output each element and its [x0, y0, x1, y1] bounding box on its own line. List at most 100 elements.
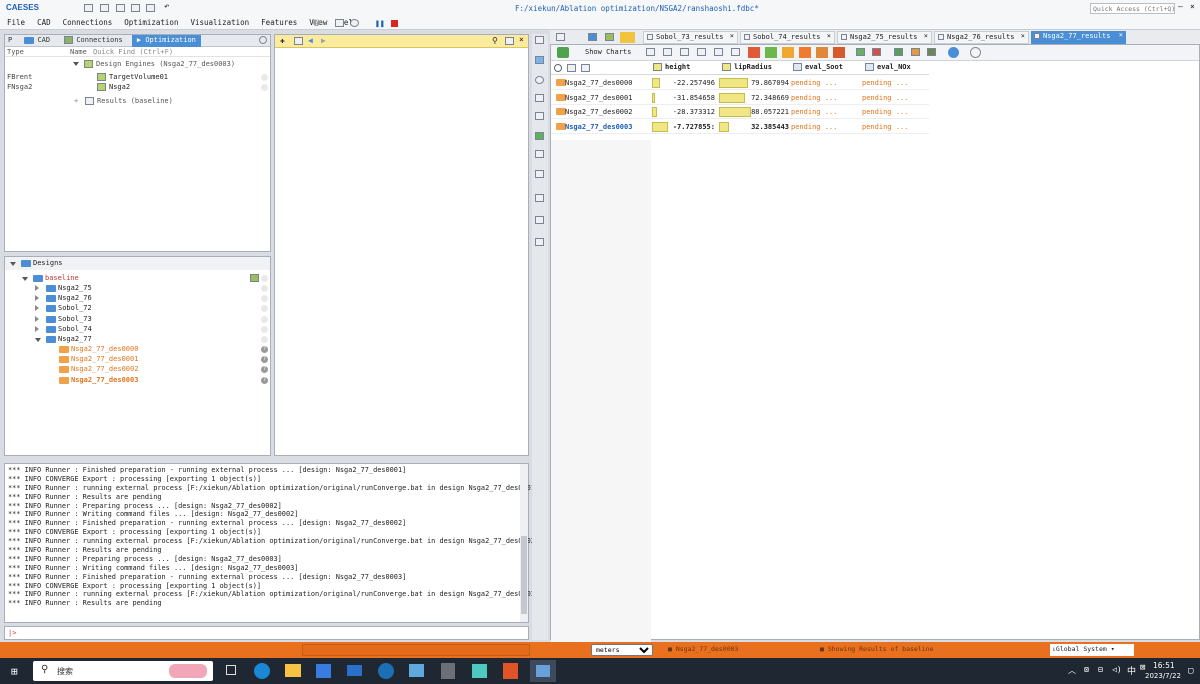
check-icon[interactable]: [350, 19, 359, 27]
brush-tool-icon[interactable]: [535, 216, 544, 224]
design-sub-item[interactable]: Nsga2_77_des0003?: [5, 375, 270, 385]
design-item[interactable]: Sobol_73: [5, 314, 270, 324]
copy-icon[interactable]: [731, 48, 740, 56]
list-icon[interactable]: [294, 37, 303, 45]
tree-row-target[interactable]: FBrent TargetVolume01: [5, 72, 270, 82]
stop-icon[interactable]: [391, 20, 398, 27]
forward-icon[interactable]: ▶: [321, 36, 326, 45]
show-charts-button[interactable]: Show Charts: [585, 48, 631, 56]
tree-row-nsga2[interactable]: FNsga2 Nsga2: [5, 82, 270, 92]
table-row[interactable]: Nsga2_77_des0002 -28.373312 88.057221 pendi…: [551, 105, 929, 119]
more-icon[interactable]: [581, 64, 590, 72]
star-icon[interactable]: [782, 47, 794, 58]
open-file-icon[interactable]: [100, 4, 109, 12]
menu-item-features[interactable]: Features: [261, 18, 297, 27]
edge-icon[interactable]: [254, 663, 270, 679]
folder-tool-icon[interactable]: [535, 36, 544, 44]
design-baseline[interactable]: baseline: [5, 273, 270, 283]
copy-icon[interactable]: [335, 19, 344, 27]
sort-icon[interactable]: [714, 48, 723, 56]
caeses-taskbar-icon[interactable]: [530, 660, 556, 682]
options-icon[interactable]: [970, 47, 981, 58]
deselect-icon[interactable]: [872, 48, 881, 56]
taskbar-search[interactable]: ⚲ 搜索: [33, 661, 213, 681]
column-picker-icon[interactable]: [567, 64, 576, 72]
design-sub-item[interactable]: Nsga2_77_des0002?: [5, 364, 270, 374]
quick-find-input[interactable]: Quick Find (Ctrl+F): [93, 47, 173, 57]
console-input[interactable]: |>: [4, 626, 529, 640]
copy-icon[interactable]: [505, 37, 514, 45]
app-icon[interactable]: [472, 664, 487, 678]
close-icon[interactable]: ×: [519, 35, 524, 44]
panel-menu-icon[interactable]: [259, 36, 267, 44]
network-icon[interactable]: ⊟: [1098, 665, 1103, 674]
layers-tool-icon[interactable]: [535, 150, 544, 158]
clock-date[interactable]: 2023/7/22: [1145, 672, 1181, 680]
clock-time[interactable]: 16:51: [1153, 661, 1175, 670]
search-icon[interactable]: ⚲: [492, 36, 498, 45]
menu-item-optimization[interactable]: Optimization: [124, 18, 178, 27]
col-lipradius[interactable]: lipRadius: [722, 63, 772, 71]
tray-chevron-icon[interactable]: ︿: [1068, 665, 1076, 676]
table-row[interactable]: Nsga2_77_des0003 -7.727855: 32.385443 pendi…: [551, 120, 929, 134]
filter-icon[interactable]: [697, 48, 706, 56]
calculator-icon[interactable]: [441, 663, 455, 679]
tab-nsga2_77_results[interactable]: Nsga2_77_results ×: [1031, 31, 1126, 44]
run-icon[interactable]: [765, 47, 777, 58]
pin-icon[interactable]: P: [5, 35, 15, 47]
green-tool-icon[interactable]: [535, 132, 544, 140]
folder-tab-icon[interactable]: [588, 33, 597, 41]
design-item[interactable]: Nsga2_76: [5, 293, 270, 303]
browser-icon[interactable]: [378, 663, 394, 679]
shape-tool-icon[interactable]: [535, 112, 544, 120]
minimize-icon[interactable]: –: [1178, 2, 1183, 11]
task-view-icon[interactable]: [226, 665, 236, 675]
export-tool-icon[interactable]: [535, 238, 544, 246]
save-icon[interactable]: [131, 4, 140, 12]
next-icon[interactable]: [833, 47, 845, 58]
chart-icon[interactable]: [894, 48, 903, 56]
columns-icon[interactable]: [663, 48, 672, 56]
save-all-icon[interactable]: [146, 4, 155, 12]
table-icon[interactable]: [646, 48, 655, 56]
col-eval-nox[interactable]: eval_NOx: [865, 63, 911, 71]
menu-item-file[interactable]: File: [7, 18, 25, 27]
design-item[interactable]: Nsga2_75: [5, 283, 270, 293]
store-icon[interactable]: [316, 664, 331, 678]
design-sub-item[interactable]: Nsga2_77_des0001?: [5, 354, 270, 364]
explorer-icon[interactable]: [285, 664, 301, 677]
tab-connections[interactable]: Connections: [59, 35, 127, 47]
tab-cad[interactable]: CAD: [19, 35, 55, 47]
back-icon[interactable]: ◀: [308, 36, 313, 45]
tab-nsga2_75_results[interactable]: Nsga2_75_results ×: [837, 31, 932, 44]
quick-access-input[interactable]: [1090, 3, 1175, 14]
settings-icon[interactable]: [116, 4, 125, 12]
new-file-icon[interactable]: [84, 4, 93, 12]
tray-defender-icon[interactable]: ⊠: [1084, 665, 1089, 674]
design-item[interactable]: Nsga2_77: [5, 334, 270, 344]
image-icon[interactable]: [927, 48, 936, 56]
rows-icon[interactable]: [680, 48, 689, 56]
design-item[interactable]: Sobol_72: [5, 303, 270, 313]
model-tool-icon[interactable]: [535, 56, 544, 64]
info-icon[interactable]: [948, 47, 959, 58]
windows-start-icon[interactable]: ⊞: [11, 665, 18, 678]
design-item[interactable]: Sobol_74: [5, 324, 270, 334]
tree-row-design-engines[interactable]: Design Engines (Nsga2_77_des0003): [5, 59, 270, 69]
stop-run-icon[interactable]: [748, 47, 760, 58]
unit-select[interactable]: meters: [591, 644, 653, 656]
refresh-icon[interactable]: [557, 47, 569, 58]
matlab-icon[interactable]: [503, 663, 518, 679]
move-icon[interactable]: [816, 47, 828, 58]
col-height[interactable]: height: [653, 63, 690, 71]
grid-menu-icon[interactable]: [556, 33, 565, 41]
pin-icon[interactable]: ✚: [280, 36, 285, 45]
export-icon[interactable]: [911, 48, 920, 56]
table-row[interactable]: Nsga2_77_des0001 -31.854658 72.348669 pendi…: [551, 91, 929, 105]
tab-optimization[interactable]: ▶ Optimization: [131, 35, 201, 47]
close-window-icon[interactable]: ×: [1190, 2, 1195, 11]
coordinate-system-select[interactable]: ⇂Global System ▾: [1050, 644, 1134, 656]
pause-icon[interactable]: ❚❚: [375, 19, 385, 28]
undo-icon[interactable]: ↶: [164, 2, 169, 12]
select-icon[interactable]: [856, 48, 865, 56]
